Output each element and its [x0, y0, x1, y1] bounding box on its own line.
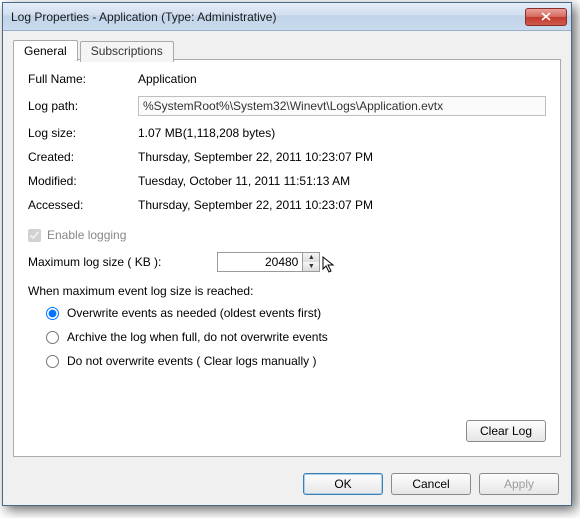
spinner-up-button[interactable]: ▲: [303, 253, 319, 262]
dialog-window: Log Properties - Application (Type: Admi…: [2, 2, 572, 506]
created-label: Created:: [28, 150, 138, 164]
maxsize-input[interactable]: [218, 253, 302, 271]
fullname-label: Full Name:: [28, 72, 138, 86]
cursor-icon: [321, 255, 337, 280]
enable-logging-label: Enable logging: [47, 228, 126, 242]
modified-value: Tuesday, October 11, 2011 11:51:13 AM: [138, 174, 546, 188]
radio-overwrite-label: Overwrite events as needed (oldest event…: [67, 306, 321, 320]
radio-donot-input[interactable]: [46, 355, 59, 368]
accessed-label: Accessed:: [28, 198, 138, 212]
when-max-label: When maximum event log size is reached:: [28, 284, 546, 298]
maxsize-label: Maximum log size ( KB ):: [28, 255, 161, 269]
clear-log-button[interactable]: Clear Log: [466, 420, 546, 442]
radio-archive[interactable]: Archive the log when full, do not overwr…: [46, 330, 546, 344]
radio-donot-label: Do not overwrite events ( Clear logs man…: [67, 354, 316, 368]
window-title: Log Properties - Application (Type: Admi…: [11, 10, 525, 24]
titlebar: Log Properties - Application (Type: Admi…: [3, 3, 571, 31]
tab-subscriptions[interactable]: Subscriptions: [80, 41, 174, 62]
logpath-label: Log path:: [28, 99, 138, 113]
tab-strip: General Subscriptions: [13, 39, 561, 60]
apply-button[interactable]: Apply: [479, 473, 559, 495]
radio-archive-label: Archive the log when full, do not overwr…: [67, 330, 328, 344]
radio-overwrite-input[interactable]: [46, 307, 59, 320]
created-value: Thursday, September 22, 2011 10:23:07 PM: [138, 150, 546, 164]
fullname-value: Application: [138, 72, 546, 86]
radio-donot[interactable]: Do not overwrite events ( Clear logs man…: [46, 354, 546, 368]
cancel-button[interactable]: Cancel: [391, 473, 471, 495]
radio-overwrite[interactable]: Overwrite events as needed (oldest event…: [46, 306, 546, 320]
logsize-value: 1.07 MB(1,118,208 bytes): [138, 126, 546, 140]
spinner-down-button[interactable]: ▼: [303, 262, 319, 271]
radio-archive-input[interactable]: [46, 331, 59, 344]
logpath-input[interactable]: [138, 96, 546, 116]
ok-button[interactable]: OK: [303, 473, 383, 495]
logsize-label: Log size:: [28, 126, 138, 140]
tab-general[interactable]: General: [13, 40, 78, 61]
close-icon: [541, 12, 551, 21]
maxsize-spinner[interactable]: ▲ ▼: [217, 252, 320, 272]
dialog-footer: OK Cancel Apply: [303, 473, 559, 495]
modified-label: Modified:: [28, 174, 138, 188]
close-button[interactable]: [525, 8, 567, 26]
tab-panel-general: Full Name: Application Log path: Log siz…: [13, 59, 561, 457]
enable-logging-checkbox: [28, 229, 41, 242]
accessed-value: Thursday, September 22, 2011 10:23:07 PM: [138, 198, 546, 212]
